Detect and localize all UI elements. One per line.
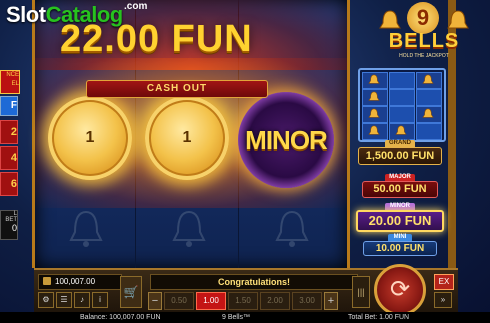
coin-symbol: 1 — [145, 96, 229, 180]
grid-cell — [416, 123, 442, 140]
bet-selector: − 0.50 1.00 1.50 2.00 3.00 + — [148, 290, 356, 310]
left-total-bet: L BET 0 — [0, 210, 18, 240]
denomination-f-button[interactable]: F — [0, 96, 18, 116]
bet-option[interactable]: 0.50 — [164, 292, 194, 310]
balance-display: 100,007.00 — [38, 274, 122, 290]
status-bar: Balance: 100,007.00 FUN 9 Bells™ Total B… — [0, 312, 490, 323]
bet-level-6[interactable]: 6 — [0, 172, 18, 196]
bet-option[interactable]: 3.00 — [292, 292, 322, 310]
minor-label: MINOR — [385, 203, 415, 210]
grid-cell — [416, 106, 442, 123]
major-label: MAJOR — [385, 174, 415, 181]
major-value: 50.00 FUN — [362, 181, 438, 198]
game-logo: 9 BELLS HOLD THE JACKPOT — [362, 2, 486, 64]
bell-icon — [368, 108, 380, 118]
mini-label: MINI — [388, 234, 412, 241]
left-bet-value: 0 — [11, 223, 17, 233]
left-panel: NCE EL F 2 4 6 L BET 0 — [0, 70, 20, 240]
grid-cell — [416, 72, 442, 89]
grid-cell — [362, 123, 388, 140]
bell-icon — [395, 125, 407, 135]
bell-icon — [379, 10, 401, 29]
grid-cell — [416, 89, 442, 106]
bet-level-4[interactable]: 4 — [0, 146, 18, 170]
status-game-name: 9 Bells™ — [222, 314, 251, 321]
menu-icon[interactable]: ☰ — [56, 292, 72, 308]
bell-icon — [422, 108, 434, 118]
logo-tagline: HOLD THE JACKPOT — [399, 53, 449, 59]
mini-jackpot: MINI 10.00 FUN — [363, 234, 437, 256]
watermark-catalog: Catalog — [45, 2, 124, 27]
grid-cell — [389, 89, 415, 106]
cash-out-banner: CASH OUT — [86, 80, 268, 98]
bet-plus-button[interactable]: + — [324, 292, 338, 310]
sound-icon[interactable]: ♪ — [74, 292, 90, 308]
bell-icon — [368, 74, 380, 84]
autoplay-button[interactable]: ||| — [352, 276, 370, 308]
watermark-slot: Slot — [6, 2, 46, 27]
bet-option-selected[interactable]: 1.00 — [196, 292, 226, 310]
mini-value: 10.00 FUN — [363, 241, 437, 256]
grid-cell — [362, 106, 388, 123]
coin-value: 1 — [85, 129, 95, 146]
coin-value: 1 — [182, 129, 192, 146]
status-message: Congratulations! — [150, 274, 358, 290]
grand-value: 1,500.00 FUN — [358, 147, 442, 165]
logo-name: BELLS — [388, 30, 460, 52]
bet-option[interactable]: 1.50 — [228, 292, 258, 310]
minor-jackpot: MINOR 20.00 FUN — [356, 203, 444, 232]
status-balance: Balance: 100,007.00 FUN — [80, 314, 161, 321]
grid-cell — [389, 123, 415, 140]
bet-minus-button[interactable]: − — [148, 292, 162, 310]
minor-jackpot-symbol: MINOR — [238, 92, 334, 188]
bell-icon — [69, 208, 103, 248]
minor-value: 20.00 FUN — [356, 210, 444, 232]
settings-icon[interactable]: ⚙ — [38, 292, 54, 308]
turbo-button[interactable]: » — [434, 292, 452, 308]
exit-button[interactable]: EX — [434, 274, 454, 290]
grid-cell — [389, 72, 415, 89]
bell-icon — [275, 208, 309, 248]
bet-level-2[interactable]: 2 — [0, 120, 18, 144]
control-bar: 100,007.00 ⚙ ☰ ♪ i 🛒 Congratulations! − … — [34, 264, 458, 316]
bell-icon — [422, 74, 434, 84]
coin-symbol: 1 — [48, 96, 132, 180]
bell-icon — [368, 125, 380, 135]
grid-cell — [362, 89, 388, 106]
spin-button[interactable]: ⟳ — [374, 264, 426, 316]
status-total-bet: Total Bet: 1.00 FUN — [348, 314, 410, 321]
wallet-icon — [43, 277, 51, 285]
info-icon[interactable]: i — [92, 292, 108, 308]
minor-symbol-label: MINOR — [245, 125, 328, 155]
grand-jackpot: GRAND 1,500.00 FUN — [358, 140, 442, 165]
slotcatalog-watermark: SlotCatalog .com — [6, 1, 147, 28]
left-bet-label: L BET — [5, 211, 17, 223]
bell-collection-grid — [358, 68, 446, 142]
balance-panel-label: NCE EL — [0, 70, 20, 94]
spin-arrow-icon: ⟳ — [389, 276, 411, 303]
bell-icon — [368, 91, 380, 101]
major-jackpot: MAJOR 50.00 FUN — [362, 174, 438, 198]
watermark-domain: .com — [124, 1, 148, 12]
grand-label: GRAND — [385, 140, 415, 147]
bet-option[interactable]: 2.00 — [260, 292, 290, 310]
cart-icon[interactable]: 🛒 — [120, 276, 142, 308]
bell-icon — [447, 10, 469, 29]
bell-icon — [172, 208, 206, 248]
grid-cell — [389, 106, 415, 123]
grid-cell — [362, 72, 388, 89]
balance-value: 100,007.00 — [55, 277, 96, 286]
